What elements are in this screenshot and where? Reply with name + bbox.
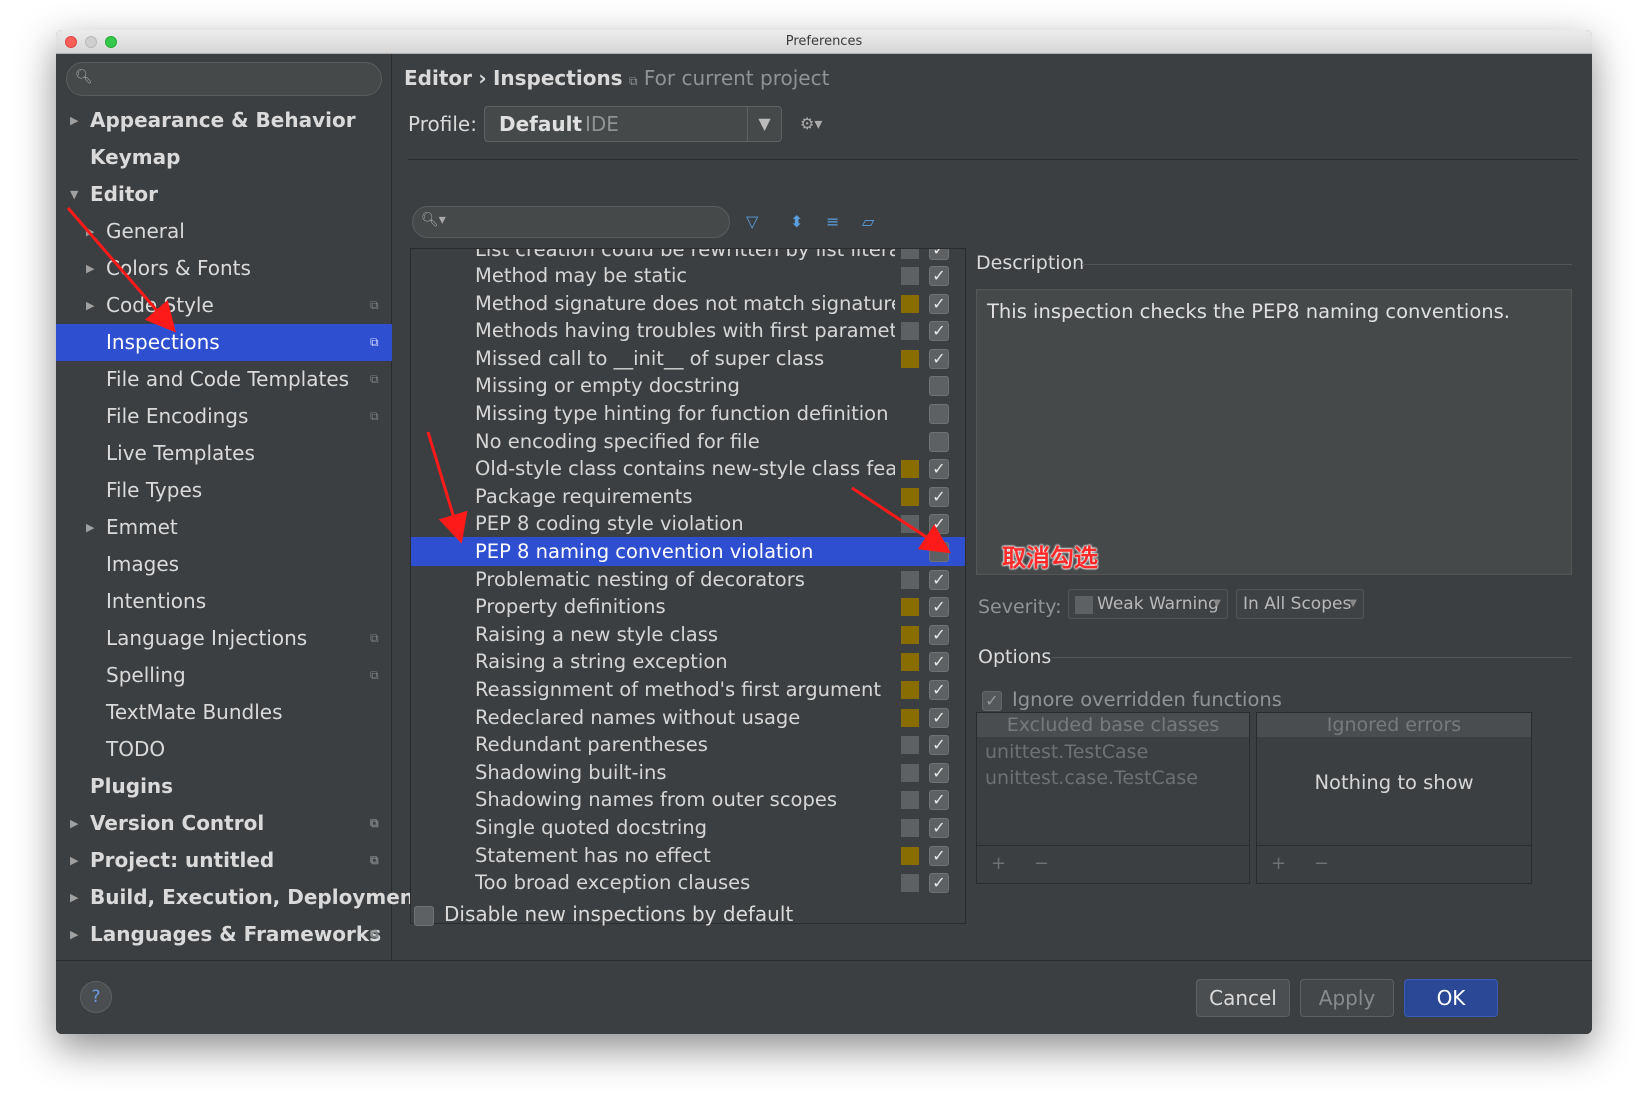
annotation-arrow	[851, 486, 952, 554]
annotation-arrow	[426, 431, 468, 544]
annotation-arrow	[66, 207, 176, 333]
annotation-arrows	[66, 207, 952, 554]
